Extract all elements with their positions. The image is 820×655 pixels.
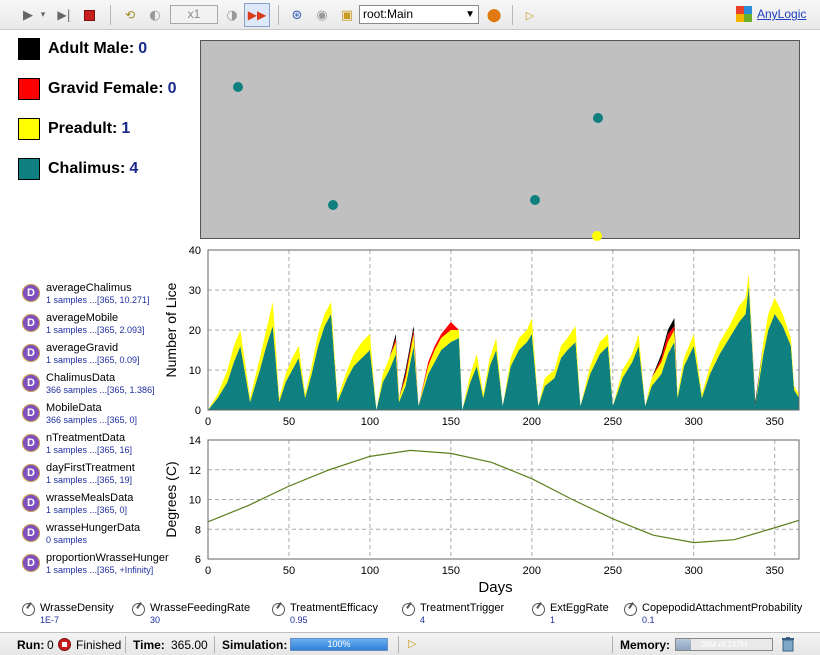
simulation-progress-text: 100% — [327, 639, 351, 649]
x-tick-label: 200 — [523, 565, 541, 577]
x-axis-label: Days — [478, 579, 512, 596]
parameter-value: 1E-7 — [40, 615, 60, 625]
parameter-name: ExtEggRate — [550, 602, 609, 614]
y-axis-label: Degrees (C) — [163, 461, 179, 537]
run-state: Finished — [76, 638, 122, 652]
x-tick-label: 50 — [283, 565, 295, 577]
parameter-value: 0.1 — [642, 615, 655, 625]
charts-layer: 0 50 100 150 200 250 300 350010203040Number of … — [163, 245, 800, 596]
gauge-icon — [402, 603, 415, 616]
finished-status-icon — [58, 638, 71, 651]
temperature-chart: 0 50 100 150 200 250 300 350 6 8 10 12 14 Degrees (C)… — [163, 435, 800, 596]
x-tick-label: 200 — [523, 416, 541, 428]
run-value: 0 — [47, 638, 54, 652]
x-tick-label: 50 — [283, 416, 295, 428]
time-label: Time: — [133, 638, 165, 652]
gauge-icon — [132, 603, 145, 616]
parameter-name: TreatmentTrigger — [420, 602, 505, 614]
y-tick-label: 12 — [189, 465, 201, 477]
parameter-value: 4 — [420, 615, 426, 625]
x-tick-label: 150 — [442, 416, 460, 428]
parameter-value: 30 — [150, 615, 161, 625]
gauge-icon — [272, 603, 285, 616]
y-tick-label: 6 — [195, 554, 201, 566]
y-tick-label: 8 — [195, 524, 201, 536]
x-tick-label: 0 — [205, 565, 211, 577]
y-axis-label: Number of Lice — [163, 282, 179, 377]
x-tick-label: 300 — [685, 565, 703, 577]
lice-chart: 0 50 100 150 200 250 300 350 0 10 20 30 40 Number of … — [163, 245, 800, 428]
y-tick-label: 0 — [195, 405, 201, 417]
x-tick-label: 300 — [685, 416, 703, 428]
y-tick-label: 40 — [189, 245, 201, 257]
run-label: Run: — [17, 638, 44, 652]
gauge-icon — [22, 603, 35, 616]
x-tick-label: 0 — [205, 416, 211, 428]
x-tick-label: 250 — [604, 565, 622, 577]
memory-bar: 39M of 247M — [675, 638, 773, 651]
log-icon[interactable]: ▷ — [408, 637, 416, 650]
parameter-name: WrasseFeedingRate — [150, 602, 251, 614]
x-tick-label: 350 — [766, 416, 784, 428]
simulation-label: Simulation: — [222, 638, 288, 652]
gauge-icon — [624, 603, 637, 616]
y-tick-label: 10 — [189, 495, 201, 507]
x-tick-label: 100 — [361, 416, 379, 428]
gauge-icon — [532, 603, 545, 616]
parameter-value: 1 — [550, 615, 556, 625]
memory-text: 39M of 247M — [700, 640, 748, 649]
y-tick-label: 20 — [189, 325, 201, 337]
x-tick-label: 250 — [604, 416, 622, 428]
y-tick-label: 10 — [189, 365, 201, 377]
simulation-progress-bar: 100% — [290, 638, 388, 651]
x-tick-label: 100 — [361, 565, 379, 577]
trash-icon[interactable] — [782, 637, 794, 652]
time-value: 365.00 — [171, 638, 208, 652]
parameter-name: WrasseDensity — [40, 602, 114, 614]
x-tick-label: 350 — [766, 565, 784, 577]
memory-label: Memory: — [620, 638, 671, 652]
y-tick-label: 30 — [189, 285, 201, 297]
status-bar: Run: 0 Finished Time: 365.00 Simulation:… — [0, 632, 820, 655]
run-label-text: Run: — [17, 638, 45, 652]
parameter-value: 0.95 — [290, 615, 308, 625]
parameter-name: TreatmentEfficacy — [290, 602, 379, 614]
x-tick-label: 150 — [442, 565, 460, 577]
y-tick-label: 14 — [189, 435, 201, 447]
parameter-name: CopepodidAttachmentProbability — [642, 602, 803, 614]
